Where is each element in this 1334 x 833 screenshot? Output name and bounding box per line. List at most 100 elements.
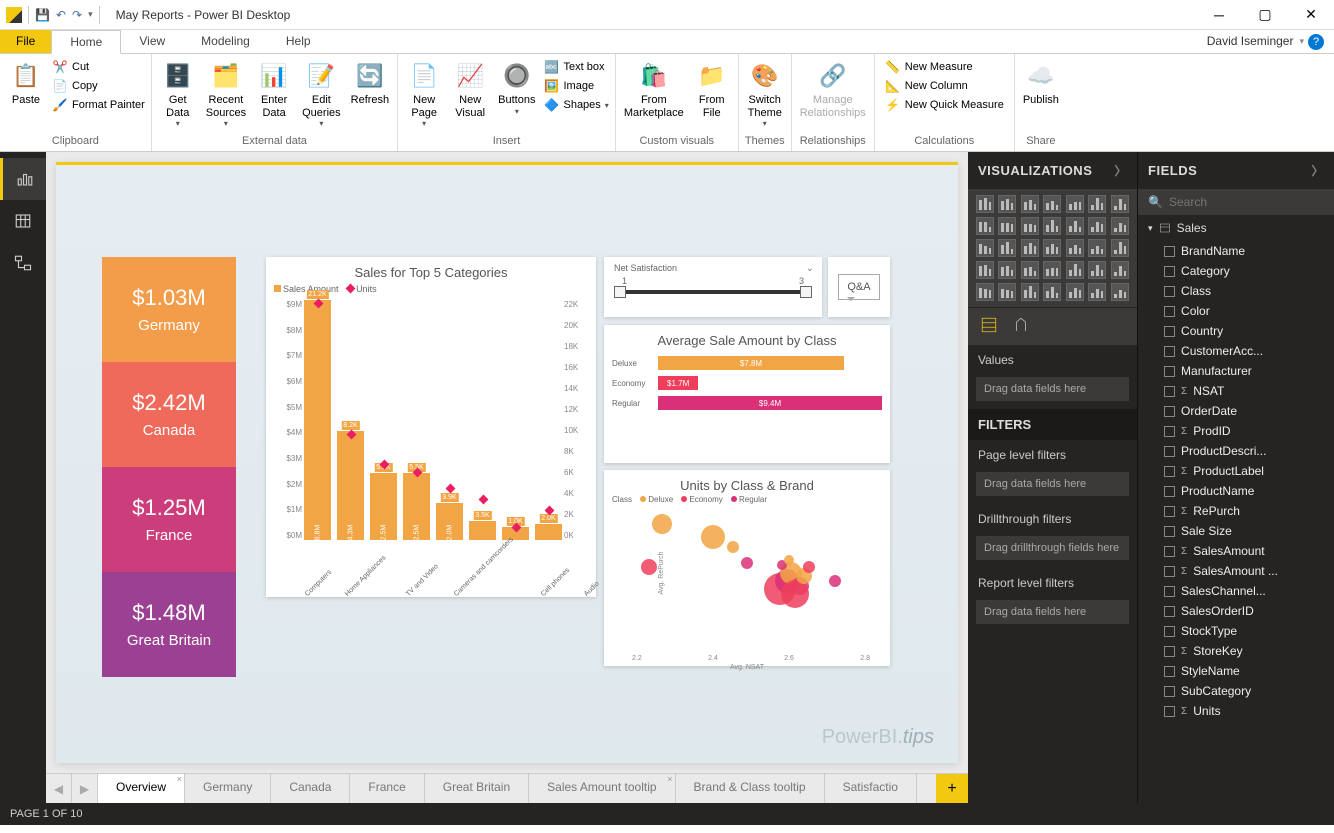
page-tab[interactable]: Sales Amount tooltip× [529, 774, 675, 803]
checkbox-icon[interactable] [1164, 446, 1175, 457]
viz-type-icon[interactable] [1088, 261, 1106, 279]
save-icon[interactable]: 💾 [35, 8, 50, 22]
viz-type-icon[interactable] [998, 261, 1016, 279]
field-item[interactable]: ProductDescri... [1138, 441, 1334, 461]
viz-type-icon[interactable] [1021, 283, 1039, 301]
checkbox-icon[interactable] [1164, 606, 1175, 617]
checkbox-icon[interactable] [1164, 326, 1175, 337]
page-tab[interactable]: Great Britain [425, 774, 529, 803]
field-item[interactable]: SalesOrderID [1138, 601, 1334, 621]
data-view-button[interactable] [0, 200, 46, 242]
checkbox-icon[interactable] [1164, 546, 1175, 557]
field-item[interactable]: StockType [1138, 621, 1334, 641]
field-item[interactable]: Country [1138, 321, 1334, 341]
tab-help[interactable]: Help [268, 30, 329, 53]
viz-type-icon[interactable] [998, 283, 1016, 301]
checkbox-icon[interactable] [1164, 626, 1175, 637]
model-view-button[interactable] [0, 242, 46, 284]
tab-file[interactable]: File [0, 30, 51, 53]
page-tab[interactable]: France [350, 774, 424, 803]
viz-type-icon[interactable] [976, 217, 994, 235]
checkbox-icon[interactable] [1164, 666, 1175, 677]
report-filters-drop[interactable]: Drag data fields here [976, 600, 1129, 624]
minimize-button[interactable]: ─ [1196, 0, 1242, 30]
units-by-class-brand-chart[interactable]: Units by Class & Brand Class Deluxe Econ… [604, 470, 890, 666]
page-tab[interactable]: Canada [271, 774, 350, 803]
tab-view[interactable]: View [121, 30, 183, 53]
viz-type-icon[interactable] [976, 261, 994, 279]
edit-queries-button[interactable]: 📝Edit Queries [298, 56, 345, 130]
field-item[interactable]: Sale Size [1138, 521, 1334, 541]
kpi-card[interactable]: $2.42MCanada [102, 362, 236, 467]
tab-modeling[interactable]: Modeling [183, 30, 268, 53]
checkbox-icon[interactable] [1164, 646, 1175, 657]
new-quick-measure-button[interactable]: ⚡New Quick Measure [883, 96, 1006, 114]
shapes-button[interactable]: 🔷Shapes [541, 96, 610, 114]
viz-type-icon[interactable] [998, 195, 1016, 213]
switch-theme-button[interactable]: 🎨Switch Theme [743, 56, 787, 130]
field-item[interactable]: OrderDate [1138, 401, 1334, 421]
checkbox-icon[interactable] [1164, 426, 1175, 437]
checkbox-icon[interactable] [1164, 346, 1175, 357]
viz-type-icon[interactable] [1021, 261, 1039, 279]
viz-type-icon[interactable] [1066, 239, 1084, 257]
checkbox-icon[interactable] [1164, 526, 1175, 537]
manage-relationships-button[interactable]: 🔗Manage Relationships [796, 56, 870, 121]
redo-icon[interactable]: ↷ [72, 8, 82, 22]
new-column-button[interactable]: 📐New Column [883, 77, 1006, 95]
viz-type-icon[interactable] [976, 239, 994, 257]
field-item[interactable]: ΣSalesAmount [1138, 541, 1334, 561]
get-data-button[interactable]: 🗄️Get Data [156, 56, 200, 130]
text-box-button[interactable]: 🔤Text box [541, 58, 610, 76]
field-item[interactable]: Manufacturer [1138, 361, 1334, 381]
help-icon[interactable]: ? [1308, 34, 1324, 50]
field-item[interactable]: SalesChannel... [1138, 581, 1334, 601]
viz-type-icon[interactable] [1111, 261, 1129, 279]
page-tab[interactable]: Germany [185, 774, 271, 803]
next-page-button[interactable]: ▶ [72, 774, 98, 803]
viz-type-icon[interactable] [1088, 195, 1106, 213]
field-item[interactable]: ΣUnits [1138, 701, 1334, 721]
viz-type-icon[interactable] [1043, 239, 1061, 257]
viz-type-icon[interactable] [998, 217, 1016, 235]
kpi-card[interactable]: $1.48MGreat Britain [102, 572, 236, 677]
field-item[interactable]: Class [1138, 281, 1334, 301]
checkbox-icon[interactable] [1164, 706, 1175, 717]
checkbox-icon[interactable] [1164, 566, 1175, 577]
prev-page-button[interactable]: ◀ [46, 774, 72, 803]
field-item[interactable]: ΣProductLabel [1138, 461, 1334, 481]
viz-type-icon[interactable] [1111, 217, 1129, 235]
viz-type-icon[interactable] [1043, 261, 1061, 279]
chevron-right-icon[interactable]: 〉 [1115, 162, 1128, 179]
buttons-button[interactable]: 🔘Buttons [494, 56, 539, 118]
checkbox-icon[interactable] [1164, 366, 1175, 377]
enter-data-button[interactable]: 📊Enter Data [252, 56, 296, 121]
new-visual-button[interactable]: 📈New Visual [448, 56, 492, 121]
search-input[interactable] [1169, 195, 1324, 209]
checkbox-icon[interactable] [1164, 266, 1175, 277]
viz-type-icon[interactable] [1066, 217, 1084, 235]
kpi-card[interactable]: $1.25MFrance [102, 467, 236, 572]
kpi-card[interactable]: $1.03MGermany [102, 257, 236, 362]
close-button[interactable]: ✕ [1288, 0, 1334, 30]
viz-type-icon[interactable] [1021, 239, 1039, 257]
viz-type-icon[interactable] [1066, 261, 1084, 279]
page-tab[interactable]: Satisfactio [825, 774, 917, 803]
sales-top5-chart[interactable]: Sales for Top 5 Categories Sales Amount … [266, 257, 596, 597]
viz-type-icon[interactable] [1111, 195, 1129, 213]
from-marketplace-button[interactable]: 🛍️From Marketplace [620, 56, 688, 121]
page-tab[interactable]: Overview× [98, 774, 185, 803]
viz-type-icon[interactable] [998, 239, 1016, 257]
field-item[interactable]: Color [1138, 301, 1334, 321]
from-file-button[interactable]: 📁From File [690, 56, 734, 121]
viz-type-icon[interactable] [1043, 283, 1061, 301]
values-drop[interactable]: Drag data fields here [976, 377, 1129, 401]
viz-type-icon[interactable] [1043, 195, 1061, 213]
avg-sale-by-class-chart[interactable]: Average Sale Amount by Class Deluxe$7.8M… [604, 325, 890, 463]
report-view-button[interactable] [0, 158, 46, 200]
field-item[interactable]: ΣRePurch [1138, 501, 1334, 521]
viz-type-icon[interactable] [1066, 195, 1084, 213]
qna-visual[interactable]: Q&A [828, 257, 890, 317]
visualization-picker[interactable] [968, 189, 1137, 307]
viz-type-icon[interactable] [976, 195, 994, 213]
